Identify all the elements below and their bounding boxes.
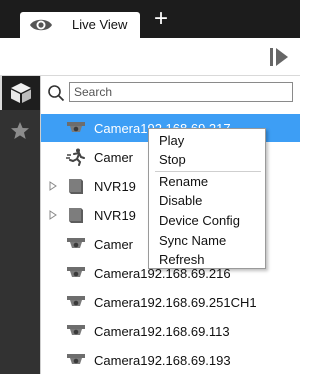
device-label: Camera192.168.69.113 — [94, 324, 230, 339]
device-label: NVR19 — [94, 208, 136, 223]
search-icon — [48, 85, 65, 102]
menu-item-rename[interactable]: Rename — [149, 172, 265, 192]
dome-camera-icon — [67, 325, 85, 335]
nvr-icon — [69, 208, 83, 223]
dome-camera-icon — [67, 238, 85, 248]
device-label: Camera192.168.69.193 — [94, 353, 231, 368]
running-person-icon — [66, 148, 85, 166]
menu-item-refresh[interactable]: Refresh — [149, 250, 265, 270]
menu-item-device-config[interactable]: Device Config — [149, 211, 265, 231]
menu-item-stop[interactable]: Stop — [149, 150, 265, 170]
tab-bar: Live View + — [0, 0, 300, 38]
search-input[interactable] — [69, 82, 293, 102]
tab-live-view[interactable]: Live View — [20, 12, 140, 38]
device-label: NVR19 — [94, 179, 136, 194]
context-menu: Play Stop Rename Disable Device Config S… — [148, 128, 266, 269]
expand-arrow-icon[interactable] — [49, 210, 57, 220]
tree-row-camera[interactable]: Camera192.168.69.251CH1 — [41, 288, 300, 316]
toolbar — [0, 38, 300, 76]
device-label: Camer — [94, 237, 134, 252]
dome-camera-icon — [67, 296, 85, 306]
menu-item-disable[interactable]: Disable — [149, 191, 265, 211]
left-rail — [0, 76, 40, 374]
device-label: Camera192.168.69.251CH1 — [94, 295, 257, 310]
dome-camera-icon — [67, 354, 85, 364]
tab-label: Live View — [72, 17, 128, 32]
favorites-tab[interactable] — [0, 114, 40, 148]
cube-icon — [11, 83, 31, 103]
dome-camera-icon — [67, 267, 85, 277]
device-tree-tab[interactable] — [0, 76, 40, 110]
search-box — [47, 82, 293, 104]
dome-camera-icon — [67, 122, 85, 132]
collapse-panel-icon[interactable] — [268, 46, 290, 68]
tree-row-camera[interactable]: Camera192.168.69.193 — [41, 346, 300, 374]
add-tab-button[interactable]: + — [150, 7, 172, 31]
menu-item-play[interactable]: Play — [149, 131, 265, 151]
star-icon — [11, 122, 29, 139]
menu-item-sync-name[interactable]: Sync Name — [149, 231, 265, 251]
eye-icon — [30, 19, 52, 31]
tree-row-camera[interactable]: Camera192.168.69.113 — [41, 317, 300, 345]
nvr-icon — [69, 179, 83, 194]
expand-arrow-icon[interactable] — [49, 181, 57, 191]
device-label: Camer — [94, 150, 134, 165]
